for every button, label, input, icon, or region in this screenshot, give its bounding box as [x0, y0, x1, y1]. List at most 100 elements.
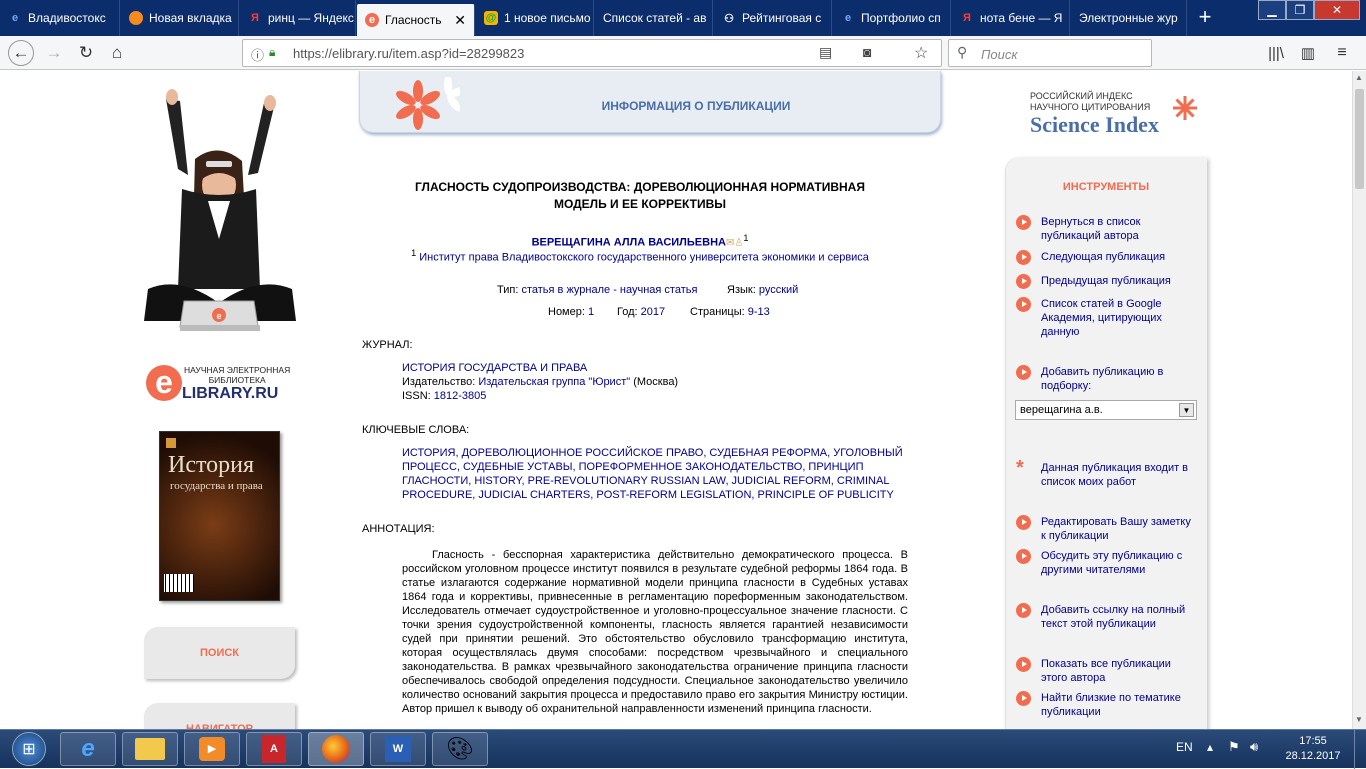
mail-icon: @ — [484, 11, 498, 25]
reload-button[interactable]: ↻ — [74, 41, 98, 65]
library-icon[interactable]: |||\ — [1264, 41, 1288, 65]
tool-edit-note[interactable]: Редактировать Вашу заметку к публикации — [1016, 515, 1196, 543]
new-tab-button[interactable]: + — [1190, 4, 1220, 30]
tool-next-publication[interactable]: Следующая публикация — [1016, 250, 1196, 265]
arrow-circle-icon — [1016, 250, 1031, 265]
clock[interactable]: 17:55 28.12.2017 — [1278, 734, 1348, 764]
search-input[interactable]: ⚲ Поиск — [948, 39, 1152, 67]
issue-number-value[interactable]: 1 — [588, 306, 594, 318]
volume-icon[interactable]: 🔊︎ — [1250, 739, 1258, 755]
elibrary-logo[interactable]: e НАУЧНАЯ ЭЛЕКТРОННАЯ БИБЛИОТЕКА LIBRARY… — [146, 361, 306, 407]
show-desktop-button[interactable] — [1354, 730, 1366, 769]
affiliation-line: 1 Институт права Владивостокского госуда… — [411, 248, 869, 264]
issn-link[interactable]: 1812-3805 — [434, 390, 487, 402]
science-index-logo[interactable]: РОССИЙСКИЙ ИНДЕКС НАУЧНОГО ЦИТИРОВАНИЯ S… — [1030, 91, 1210, 141]
language-indicator[interactable]: EN — [1176, 740, 1193, 754]
author-line: ВЕРЕЩАГИНА АЛЛА ВАСИЛЬЕВНА✉♙1 — [531, 233, 749, 249]
svg-text:e: e — [216, 311, 221, 321]
info-icon[interactable]: ⓘ — [251, 45, 264, 64]
tools-heading: ИНСТРУМЕНТЫ — [1062, 181, 1150, 193]
tool-google-scholar-citations[interactable]: Список статей в Google Академия, цитирую… — [1016, 297, 1196, 339]
asterisk-icon: * — [1016, 457, 1024, 479]
journal-cover-image[interactable]: История государства и права — [159, 431, 280, 601]
firefox-icon — [129, 11, 143, 25]
tool-in-my-works[interactable]: * Данная публикация входит в список моих … — [1016, 457, 1196, 489]
flag-icon[interactable]: ⚑ — [1228, 739, 1240, 755]
person-icon[interactable]: ♙ — [734, 238, 743, 249]
tab-nota-bene[interactable]: Янота бене — Я — [952, 0, 1070, 36]
pages-row: Страницы: 9-13 — [690, 306, 770, 318]
vertical-scrollbar[interactable]: ▲ ▼ — [1352, 71, 1366, 729]
tool-add-to-collection[interactable]: Добавить публикацию в подборку: — [1016, 365, 1196, 393]
bookmark-star-icon[interactable]: ☆ — [914, 43, 928, 63]
tab-article-list[interactable]: Список статей - ав — [595, 0, 713, 36]
tool-discuss[interactable]: Обсудить эту публикацию с другими читате… — [1016, 549, 1196, 577]
tool-previous-publication[interactable]: Предыдущая публикация — [1016, 274, 1196, 289]
taskbar-firefox[interactable] — [308, 732, 364, 766]
collection-select[interactable]: верещагина а.в. ▼ — [1015, 400, 1197, 420]
scroll-down-icon[interactable]: ▼ — [1355, 715, 1363, 724]
ie-icon: e — [11, 12, 19, 24]
tool-similar-publications[interactable]: Найти близкие по тематике публикации — [1016, 691, 1196, 719]
tab-portfolio[interactable]: e Портфолио сп — [833, 0, 951, 36]
forward-button[interactable]: → — [42, 41, 66, 65]
pocket-icon[interactable]: ◙ — [863, 44, 871, 60]
arrow-circle-icon — [1016, 215, 1031, 230]
start-button[interactable]: ⊞ — [4, 731, 54, 767]
chevron-down-icon[interactable]: ▼ — [1179, 403, 1194, 417]
tab-yandex-rinc[interactable]: Яринц — Яндекс — [240, 0, 356, 36]
year-value: 2017 — [640, 306, 666, 318]
minimize-button[interactable]: ▁ — [1258, 0, 1286, 20]
taskbar-explorer[interactable] — [122, 732, 178, 766]
keywords-heading: КЛЮЧЕВЫЕ СЛОВА: — [362, 424, 470, 436]
close-tab-icon[interactable]: ✕ — [454, 12, 466, 29]
sidebar-icon[interactable]: ▥ — [1296, 41, 1320, 65]
annotation-text: Гласность - бесспорная характеристика де… — [402, 549, 908, 715]
scroll-up-icon[interactable]: ▲ — [1355, 73, 1363, 82]
tab-bar: e Владивостокс Новая вкладка Яринц — Янде… — [0, 0, 1366, 36]
url-text[interactable]: https://elibrary.ru/item.asp?id=28299823 — [293, 46, 524, 61]
tool-add-fulltext-link[interactable]: Добавить ссылку на полный текст этой пуб… — [1016, 603, 1196, 631]
article-title: ГЛАСНОСТЬ СУДОПРОИЗВОДСТВА: ДОРЕВОЛЮЦИОН… — [415, 180, 865, 211]
arrow-left-icon: ← — [12, 43, 30, 62]
firefox-icon — [322, 735, 350, 763]
folder-icon — [135, 738, 165, 760]
maximize-button[interactable]: ❐ — [1286, 0, 1314, 20]
journal-link[interactable]: ИСТОРИЯ ГОСУДАРСТВА И ПРАВА — [402, 361, 908, 375]
reader-view-icon[interactable]: ▤ — [819, 44, 832, 61]
taskbar-acrobat[interactable]: A — [246, 732, 302, 766]
page-viewport: e e НАУЧНАЯ ЭЛЕКТРОННАЯ БИБЛИОТЕКА LIBRA… — [0, 71, 1352, 729]
tool-back-to-author-list[interactable]: Вернуться в список публикаций автора — [1016, 215, 1196, 243]
search-nav-button[interactable]: ПОИСК — [144, 627, 295, 679]
ie-icon: e — [844, 12, 852, 24]
annotation-heading: АННОТАЦИЯ: — [362, 523, 435, 535]
reload-icon: ↻ — [78, 43, 94, 62]
language-row: Язык: русский — [727, 284, 799, 296]
tab-new[interactable]: Новая вкладка — [121, 0, 239, 36]
tab-journals[interactable]: Электронные жур — [1071, 0, 1187, 36]
journal-block: ИСТОРИЯ ГОСУДАРСТВА И ПРАВА Издательство… — [402, 361, 908, 403]
navigator-nav-button[interactable]: НАВИГАТОР — [144, 703, 295, 729]
tab-mail[interactable]: @1 новое письмо — [476, 0, 594, 36]
taskbar-paint[interactable]: 🎨︎ — [432, 732, 488, 766]
keywords-list[interactable]: ИСТОРИЯ, ДОРЕВОЛЮЦИОННОЕ РОССИЙСКОЕ ПРАВ… — [402, 446, 908, 502]
tab-glasnost[interactable]: e Гласность ✕ — [357, 4, 475, 36]
tray-arrow-icon[interactable]: ▴ — [1207, 740, 1213, 754]
tab-rating[interactable]: ⚇ Рейтинговая с — [714, 0, 832, 36]
language-value: русский — [758, 284, 799, 296]
taskbar-word[interactable]: W — [370, 732, 426, 766]
address-bar[interactable]: ⓘ 🔒︎ https://elibrary.ru/item.asp?id=282… — [242, 39, 942, 67]
back-button[interactable]: ← — [8, 40, 34, 66]
close-window-button[interactable]: ✕ — [1314, 0, 1360, 20]
scrollbar-thumb[interactable] — [1355, 89, 1364, 189]
tab-vladivostok[interactable]: e Владивостокс — [0, 0, 120, 36]
publisher-link[interactable]: Издательская группа "Юрист" — [478, 376, 630, 388]
taskbar-media-player[interactable]: ▶ — [184, 732, 240, 766]
affiliation-link[interactable]: Институт права Владивостокского государс… — [419, 252, 869, 264]
home-icon: ⌂ — [111, 43, 123, 62]
menu-icon[interactable]: ≡ — [1330, 41, 1354, 65]
tool-all-author-publications[interactable]: Показать все публикации этого автора — [1016, 657, 1196, 685]
taskbar-ie[interactable]: e — [60, 732, 116, 766]
home-button[interactable]: ⌂ — [105, 41, 129, 65]
author-link[interactable]: ВЕРЕЩАГИНА АЛЛА ВАСИЛЬЕВНА — [532, 237, 726, 249]
